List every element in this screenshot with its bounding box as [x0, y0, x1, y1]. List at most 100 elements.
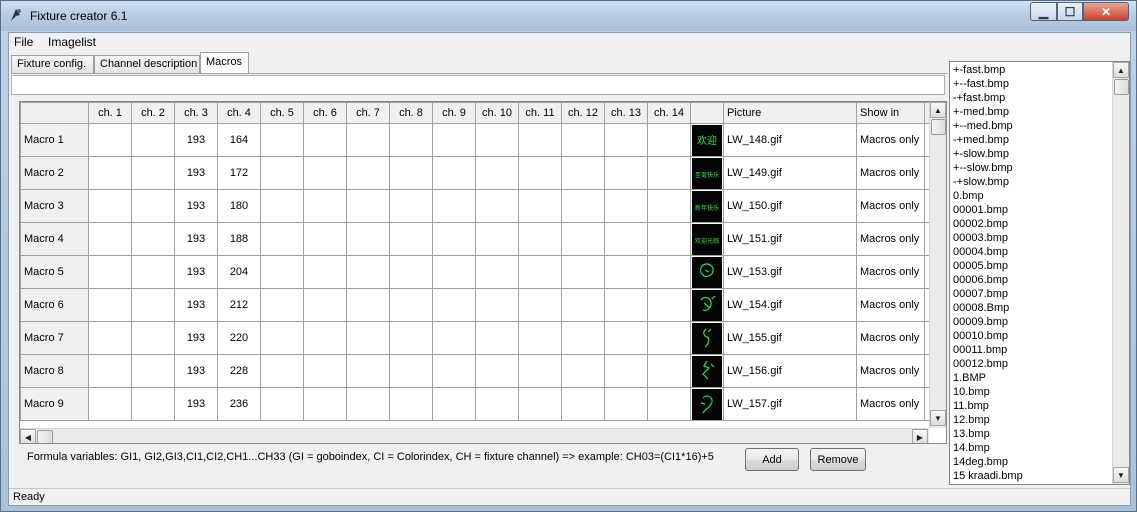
imagelist-item[interactable]: 00011.bmp: [953, 343, 1129, 357]
imagelist-item[interactable]: 00008.Bmp: [953, 301, 1129, 315]
grid-horizontal-scrollbar[interactable]: ◀ ▶: [20, 428, 929, 443]
imagelist-item[interactable]: -+slow.bmp: [953, 175, 1129, 189]
column-header-ch1[interactable]: ch. 1: [88, 102, 132, 124]
imagelist-item[interactable]: 00006.bmp: [953, 273, 1129, 287]
grid-cell[interactable]: [260, 156, 304, 190]
imagelist-item[interactable]: 14deg.bmp: [953, 455, 1129, 469]
grid-cell[interactable]: [88, 255, 132, 289]
column-header-show-in[interactable]: Show in: [856, 102, 925, 124]
thumbnail-cell[interactable]: 新年快乐: [690, 189, 724, 223]
grid-cell[interactable]: [604, 189, 648, 223]
ch3-cell[interactable]: 193: [174, 321, 218, 355]
grid-cell[interactable]: [518, 354, 562, 388]
menu-imagelist[interactable]: Imagelist: [48, 35, 96, 49]
grid-cell[interactable]: [518, 123, 562, 157]
scroll-right-button[interactable]: ▶: [912, 429, 928, 443]
grid-cell[interactable]: [561, 123, 605, 157]
grid-cell[interactable]: [475, 387, 519, 421]
table-row[interactable]: Macro 3 193 180 新年快乐 LW_150.gif Macros only: [20, 189, 936, 223]
ch4-cell[interactable]: 188: [217, 222, 261, 256]
column-header-ch8[interactable]: ch. 8: [389, 102, 433, 124]
table-row[interactable]: Macro 7 193 220 LW_155.gif Macros only: [20, 321, 936, 355]
grid-cell[interactable]: [389, 354, 433, 388]
column-header-ch10[interactable]: ch. 10: [475, 102, 519, 124]
grid-cell[interactable]: [346, 354, 390, 388]
ch3-cell[interactable]: 193: [174, 354, 218, 388]
grid-cell[interactable]: [647, 123, 691, 157]
grid-cell[interactable]: [432, 255, 476, 289]
grid-cell[interactable]: [432, 222, 476, 256]
imagelist-item[interactable]: +-med.bmp: [953, 105, 1129, 119]
imagelist-item[interactable]: 00010.bmp: [953, 329, 1129, 343]
grid-cell[interactable]: [303, 354, 347, 388]
grid-cell[interactable]: [604, 354, 648, 388]
show-in-cell[interactable]: Macros only: [856, 123, 925, 157]
imagelist-listbox[interactable]: +-fast.bmp +--fast.bmp -+fast.bmp +-med.bmp…: [949, 61, 1130, 485]
show-in-cell[interactable]: Macros only: [856, 354, 925, 388]
grid-cell[interactable]: [88, 156, 132, 190]
show-in-cell[interactable]: Macros only: [856, 288, 925, 322]
grid-cell[interactable]: [647, 156, 691, 190]
table-row[interactable]: Macro 8 193 228 LW_156.gif Macros only: [20, 354, 936, 388]
grid-cell[interactable]: [260, 222, 304, 256]
show-in-cell[interactable]: Macros only: [856, 222, 925, 256]
grid-cell[interactable]: [389, 255, 433, 289]
column-header-ch14[interactable]: ch. 14: [647, 102, 691, 124]
ch4-cell[interactable]: 228: [217, 354, 261, 388]
grid-cell[interactable]: [518, 189, 562, 223]
grid-cell[interactable]: [303, 156, 347, 190]
grid-cell[interactable]: [647, 321, 691, 355]
table-row[interactable]: Macro 6 193 212 LW_154.gif Macros only: [20, 288, 936, 322]
macro-name-cell[interactable]: Macro 8: [20, 354, 89, 388]
grid-cell[interactable]: [303, 222, 347, 256]
grid-cell[interactable]: [131, 222, 175, 256]
imagelist-item[interactable]: +--med.bmp: [953, 119, 1129, 133]
column-header-ch3[interactable]: ch. 3: [174, 102, 218, 124]
imagelist-item[interactable]: 14.bmp: [953, 441, 1129, 455]
macro-name-cell[interactable]: Macro 7: [20, 321, 89, 355]
grid-cell[interactable]: [389, 123, 433, 157]
column-header-ch5[interactable]: ch. 5: [260, 102, 304, 124]
ch3-cell[interactable]: 193: [174, 123, 218, 157]
picture-cell[interactable]: LW_157.gif: [723, 387, 857, 421]
picture-cell[interactable]: LW_151.gif: [723, 222, 857, 256]
imagelist-item[interactable]: 00005.bmp: [953, 259, 1129, 273]
grid-cell[interactable]: [389, 288, 433, 322]
imagelist-item[interactable]: 00012.bmp: [953, 357, 1129, 371]
imagelist-item[interactable]: 00009.bmp: [953, 315, 1129, 329]
ch4-cell[interactable]: 236: [217, 387, 261, 421]
picture-cell[interactable]: LW_149.gif: [723, 156, 857, 190]
ch3-cell[interactable]: 193: [174, 255, 218, 289]
show-in-cell[interactable]: Macros only: [856, 255, 925, 289]
grid-cell[interactable]: [260, 189, 304, 223]
grid-cell[interactable]: [647, 288, 691, 322]
grid-cell[interactable]: [131, 156, 175, 190]
imagelist-scroll-up[interactable]: ▲: [1113, 62, 1129, 78]
grid-cell[interactable]: [432, 354, 476, 388]
grid-cell[interactable]: [561, 156, 605, 190]
maximize-button[interactable]: ☐: [1057, 2, 1083, 21]
table-row[interactable]: Macro 5 193 204 LW_153.gif Macros only: [20, 255, 936, 289]
grid-cell[interactable]: [475, 189, 519, 223]
thumbnail-cell[interactable]: [690, 321, 724, 355]
grid-cell[interactable]: [88, 222, 132, 256]
grid-hscroll-thumb[interactable]: [37, 430, 53, 443]
grid-cell[interactable]: [260, 354, 304, 388]
picture-cell[interactable]: LW_154.gif: [723, 288, 857, 322]
grid-cell[interactable]: [561, 222, 605, 256]
grid-cell[interactable]: [475, 354, 519, 388]
grid-cell[interactable]: [346, 222, 390, 256]
grid-cell[interactable]: [518, 156, 562, 190]
grid-cell[interactable]: [432, 288, 476, 322]
ch4-cell[interactable]: 212: [217, 288, 261, 322]
grid-cell[interactable]: [88, 288, 132, 322]
add-button[interactable]: Add: [745, 448, 799, 471]
grid-cell[interactable]: [561, 189, 605, 223]
imagelist-item[interactable]: -+fast.bmp: [953, 91, 1129, 105]
tab-fixture-config[interactable]: Fixture config.: [11, 55, 94, 73]
grid-cell[interactable]: [88, 123, 132, 157]
macro-name-cell[interactable]: Macro 4: [20, 222, 89, 256]
ch3-cell[interactable]: 193: [174, 189, 218, 223]
imagelist-item[interactable]: 00007.bmp: [953, 287, 1129, 301]
grid-cell[interactable]: [561, 354, 605, 388]
